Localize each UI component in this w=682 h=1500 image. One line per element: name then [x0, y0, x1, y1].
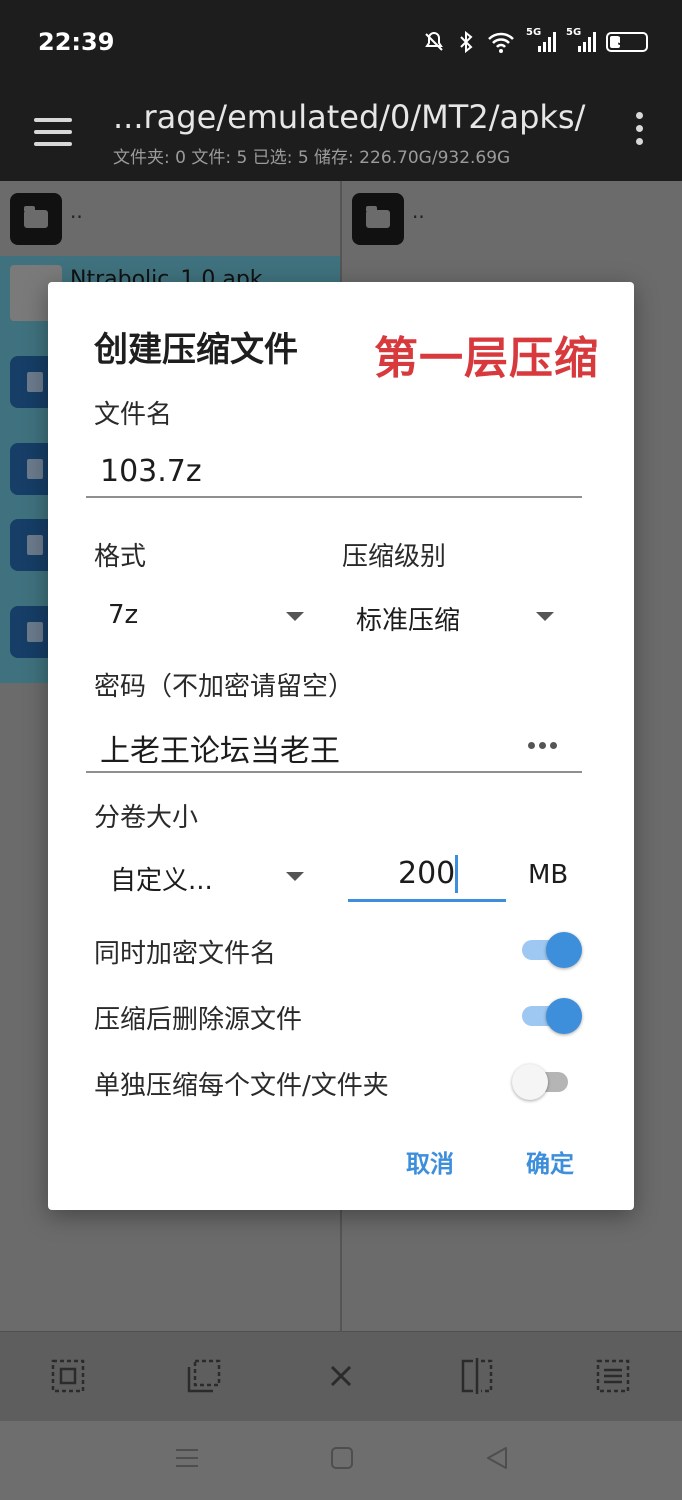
- status-time: 22:39: [38, 28, 115, 56]
- overlay-annotation: 第一层压缩: [374, 333, 599, 384]
- copy-selection-icon[interactable]: [186, 1358, 222, 1394]
- signal-icon-1: 5G: [526, 27, 556, 54]
- mute-icon: [425, 31, 443, 51]
- menu-icon[interactable]: [34, 118, 72, 148]
- battery-icon: 31: [606, 32, 648, 52]
- dialog-title: 创建压缩文件: [94, 330, 298, 370]
- home-icon[interactable]: [330, 1446, 354, 1470]
- more-options-icon[interactable]: [636, 112, 644, 151]
- ok-button[interactable]: 确定: [526, 1144, 574, 1179]
- split-mode-select[interactable]: 自定义...: [94, 852, 314, 900]
- split-mode-dropdown-icon: [286, 872, 304, 881]
- compression-level-label: 压缩级别: [342, 542, 447, 572]
- password-input[interactable]: 上老王论坛当老王: [100, 726, 340, 770]
- split-size-input[interactable]: 200: [398, 856, 455, 891]
- encrypt-filenames-label: 同时加密文件名: [94, 939, 277, 969]
- password-visibility-icon[interactable]: [528, 742, 557, 749]
- back-icon[interactable]: [484, 1445, 510, 1471]
- folder-icon: [352, 193, 404, 245]
- format-select[interactable]: 7z: [94, 592, 314, 640]
- left-parent-row[interactable]: [10, 193, 62, 245]
- cancel-button[interactable]: 取消: [406, 1144, 454, 1179]
- app-toolbar: ...rage/emulated/0/MT2/apks/ 文件夹: 0 文件: …: [0, 88, 682, 181]
- signal-icon-2: 5G: [566, 27, 596, 54]
- current-path[interactable]: ...rage/emulated/0/MT2/apks/: [113, 98, 585, 136]
- filename-label: 文件名: [94, 400, 173, 430]
- right-parent-row[interactable]: [352, 193, 404, 245]
- text-cursor: [455, 855, 458, 893]
- delete-source-toggle[interactable]: [520, 994, 582, 1034]
- create-archive-dialog: 创建压缩文件 第一层压缩 文件名 103.7z 格式 压缩级别 7z 标准压缩 …: [48, 282, 634, 1210]
- compression-level-select[interactable]: 标准压缩: [344, 592, 564, 640]
- compression-level-value: 标准压缩: [356, 606, 461, 636]
- split-size-underline: [348, 899, 506, 902]
- level-dropdown-icon: [536, 612, 554, 621]
- separate-archives-toggle[interactable]: [512, 1060, 580, 1100]
- right-parent-label: ..: [412, 199, 425, 223]
- path-stats: 文件夹: 0 文件: 5 已选: 5 储存: 226.70G/932.69G: [113, 148, 511, 168]
- bluetooth-icon: [460, 30, 473, 54]
- delete-source-label: 压缩后删除源文件: [94, 1005, 303, 1035]
- system-nav-bar: [0, 1421, 682, 1500]
- separate-archives-label: 单独压缩每个文件/文件夹: [94, 1071, 389, 1101]
- format-label: 格式: [94, 542, 147, 572]
- status-icons: 5G 5G 31: [422, 27, 648, 54]
- format-value: 7z: [108, 600, 139, 630]
- battery-level: 31: [617, 33, 637, 49]
- wifi-icon: [488, 32, 514, 53]
- password-underline: [86, 771, 582, 773]
- bottom-action-bar: [0, 1331, 682, 1422]
- encrypt-filenames-toggle[interactable]: [520, 928, 582, 968]
- split-size-unit: MB: [528, 860, 569, 890]
- status-bar: 22:39 5G 5G 31: [0, 0, 682, 88]
- recent-apps-icon[interactable]: [174, 1445, 200, 1471]
- list-select-icon[interactable]: [595, 1358, 631, 1394]
- split-size-label: 分卷大小: [94, 803, 199, 833]
- filename-input[interactable]: 103.7z: [100, 454, 202, 489]
- filename-underline: [86, 496, 582, 498]
- split-mode-value: 自定义...: [110, 866, 213, 896]
- folder-icon: [10, 193, 62, 245]
- format-dropdown-icon: [286, 612, 304, 621]
- select-all-icon[interactable]: [50, 1358, 86, 1394]
- left-parent-label: ..: [70, 199, 83, 223]
- split-selection-icon[interactable]: [459, 1358, 495, 1394]
- password-label: 密码（不加密请留空）: [94, 672, 355, 702]
- close-icon[interactable]: [323, 1358, 359, 1394]
